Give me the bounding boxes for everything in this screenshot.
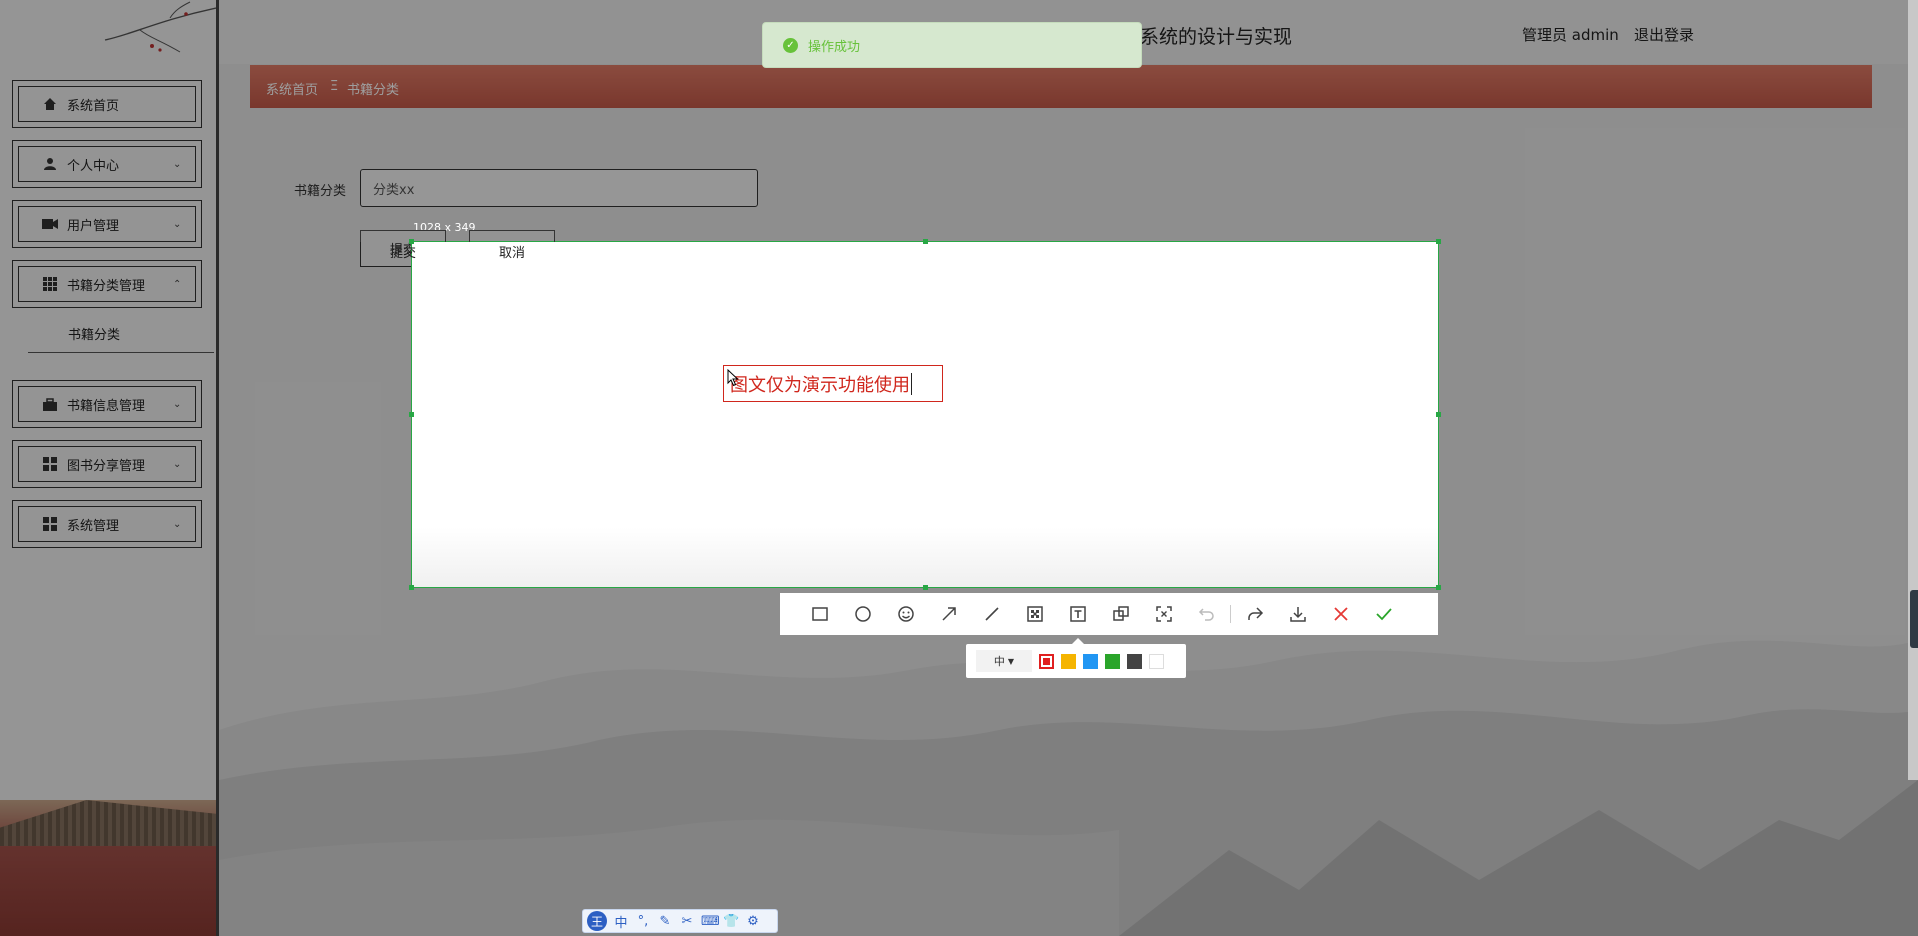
ime-scissors-icon[interactable]: ✂	[679, 914, 695, 929]
resize-handle-s[interactable]	[923, 585, 928, 590]
resize-handle-e[interactable]	[1436, 412, 1441, 417]
text-tool-button[interactable]	[1056, 593, 1099, 635]
arrow-icon	[941, 607, 956, 621]
resize-handle-n[interactable]	[923, 239, 928, 244]
undo-button[interactable]	[1185, 593, 1228, 635]
mosaic-tool-button[interactable]	[1013, 593, 1056, 635]
ime-skin-icon[interactable]: 👕	[723, 914, 739, 929]
ime-settings-icon[interactable]: ⚙	[745, 914, 761, 929]
share-icon	[1247, 607, 1263, 620]
ime-handwrite-icon[interactable]: ✎	[657, 914, 673, 929]
screenshot-toolbar	[780, 593, 1438, 635]
side-edge-tab[interactable]	[1910, 590, 1918, 648]
resize-handle-ne[interactable]	[1436, 239, 1441, 244]
ocr-icon	[1155, 606, 1172, 622]
cancel-button-peek	[469, 230, 555, 242]
toast-message: 操作成功	[808, 39, 861, 55]
annotation-text-box[interactable]: 图文仅为演示功能使用	[723, 365, 943, 402]
text-icon	[1069, 606, 1086, 622]
ime-keyboard-icon[interactable]: ⌨	[701, 914, 720, 929]
check-circle-icon: ✓	[783, 37, 798, 53]
pin-icon	[1112, 606, 1129, 621]
line-tool-button[interactable]	[970, 593, 1013, 635]
close-icon	[1333, 607, 1348, 621]
text-caret	[911, 372, 912, 395]
resize-handle-w[interactable]	[409, 412, 414, 417]
close-screenshot-button[interactable]	[1319, 593, 1362, 635]
color-swatch-yellow[interactable]	[1061, 653, 1076, 669]
submit-button-peek	[360, 230, 446, 242]
ime-mode-toggle[interactable]: 中	[613, 912, 629, 931]
rectangle-tool-button[interactable]	[798, 593, 841, 635]
confirm-icon	[1375, 608, 1392, 621]
caret-down-icon: ▼	[1007, 656, 1015, 666]
emoji-tool-button[interactable]	[884, 593, 927, 635]
toolbar-divider	[1230, 605, 1231, 623]
share-button[interactable]	[1233, 593, 1276, 635]
mosaic-icon	[1026, 606, 1043, 622]
color-swatch-white[interactable]	[1149, 653, 1164, 669]
mouse-pointer-icon	[727, 369, 739, 387]
submit-button-label: 提交	[390, 246, 417, 261]
ellipse-tool-button[interactable]	[841, 593, 884, 635]
screenshot-selection-area[interactable]	[409, 239, 1441, 590]
color-swatch-blue[interactable]	[1083, 653, 1098, 669]
rectangle-icon	[811, 607, 828, 621]
color-swatch-gray[interactable]	[1127, 653, 1142, 669]
ime-logo-icon[interactable]: 王	[587, 911, 607, 931]
ime-toolbar: 王 中 °, ✎ ✂ ⌨ 👕 ⚙	[582, 909, 778, 933]
annotation-text: 图文仅为演示功能使用	[730, 374, 910, 396]
selection-mountain-shade	[412, 527, 1438, 587]
confirm-screenshot-button[interactable]	[1362, 593, 1405, 635]
cancel-button-label: 取消	[499, 246, 526, 261]
ellipse-icon	[854, 606, 871, 622]
emoji-icon	[897, 606, 914, 622]
success-toast: ✓ 操作成功	[762, 22, 1142, 68]
resize-handle-sw[interactable]	[409, 585, 414, 590]
vertical-scrollbar[interactable]	[1908, 0, 1918, 780]
font-size-select[interactable]: 中 ▼	[976, 650, 1032, 672]
download-icon	[1289, 607, 1306, 622]
ime-punctuation-icon[interactable]: °,	[635, 914, 651, 929]
color-swatch-red[interactable]	[1039, 653, 1054, 669]
arrow-tool-button[interactable]	[927, 593, 970, 635]
font-size-value: 中	[993, 655, 1005, 668]
resize-handle-se[interactable]	[1436, 585, 1441, 590]
pin-tool-button[interactable]	[1099, 593, 1142, 635]
text-options-panel: 中 ▼	[966, 638, 1186, 678]
ocr-tool-button[interactable]	[1142, 593, 1185, 635]
download-button[interactable]	[1276, 593, 1319, 635]
undo-icon	[1198, 608, 1214, 621]
color-swatch-green[interactable]	[1105, 653, 1120, 669]
line-icon	[984, 607, 999, 621]
